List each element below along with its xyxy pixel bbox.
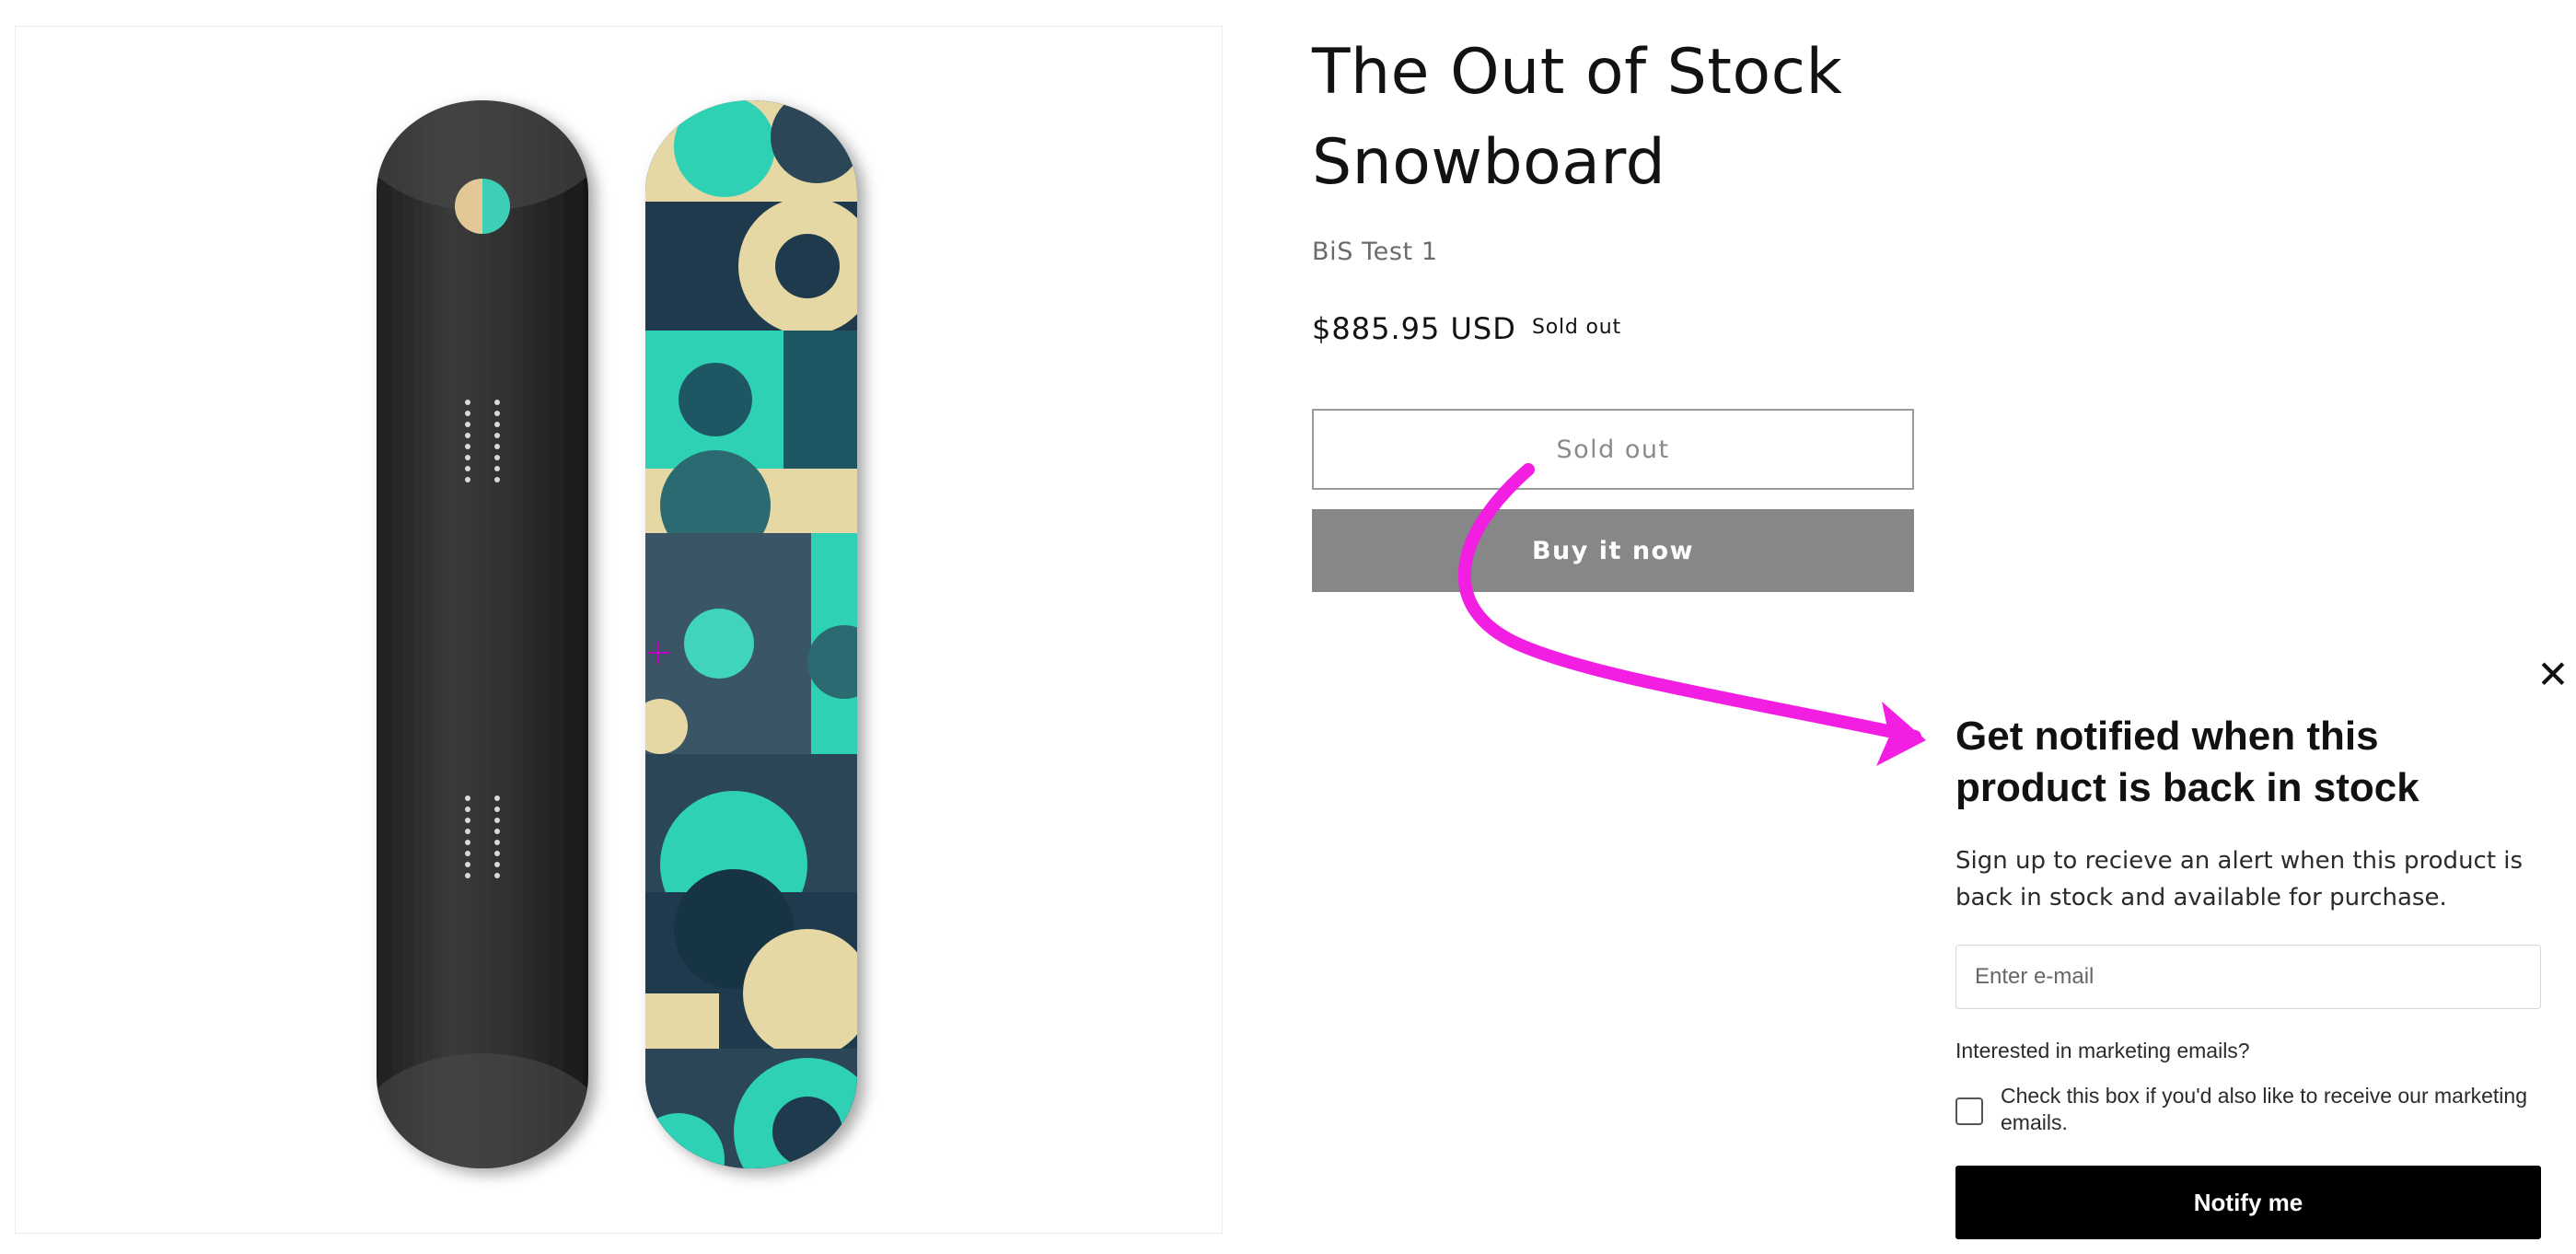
product-image-snowboards (377, 100, 857, 1168)
marketing-checkbox[interactable] (1955, 1097, 1983, 1125)
product-title: The Out of Stock Snowboard (1312, 36, 1843, 199)
popup-description: Sign up to recieve an alert when this pr… (1955, 847, 2524, 911)
product-price: $885.95 USD (1312, 311, 1516, 346)
marketing-checkbox-label: Check this box if you'd also like to rec… (2001, 1084, 2527, 1134)
marketing-question-label: Interested in marketing emails? (1955, 1039, 2250, 1062)
notify-me-button[interactable]: Notify me (1955, 1166, 2541, 1239)
popup-title: Get notified when this product is back i… (1955, 714, 2419, 810)
email-input[interactable] (1955, 945, 2541, 1009)
crosshair-cursor-icon (647, 642, 669, 664)
product-vendor: BiS Test 1 (1312, 238, 1438, 266)
arrow-annotation-icon (1457, 463, 1926, 766)
close-icon[interactable]: ✕ (2534, 656, 2572, 694)
product-media-gallery[interactable] (15, 26, 1223, 1234)
sold-out-badge: Sold out (1532, 316, 1621, 339)
